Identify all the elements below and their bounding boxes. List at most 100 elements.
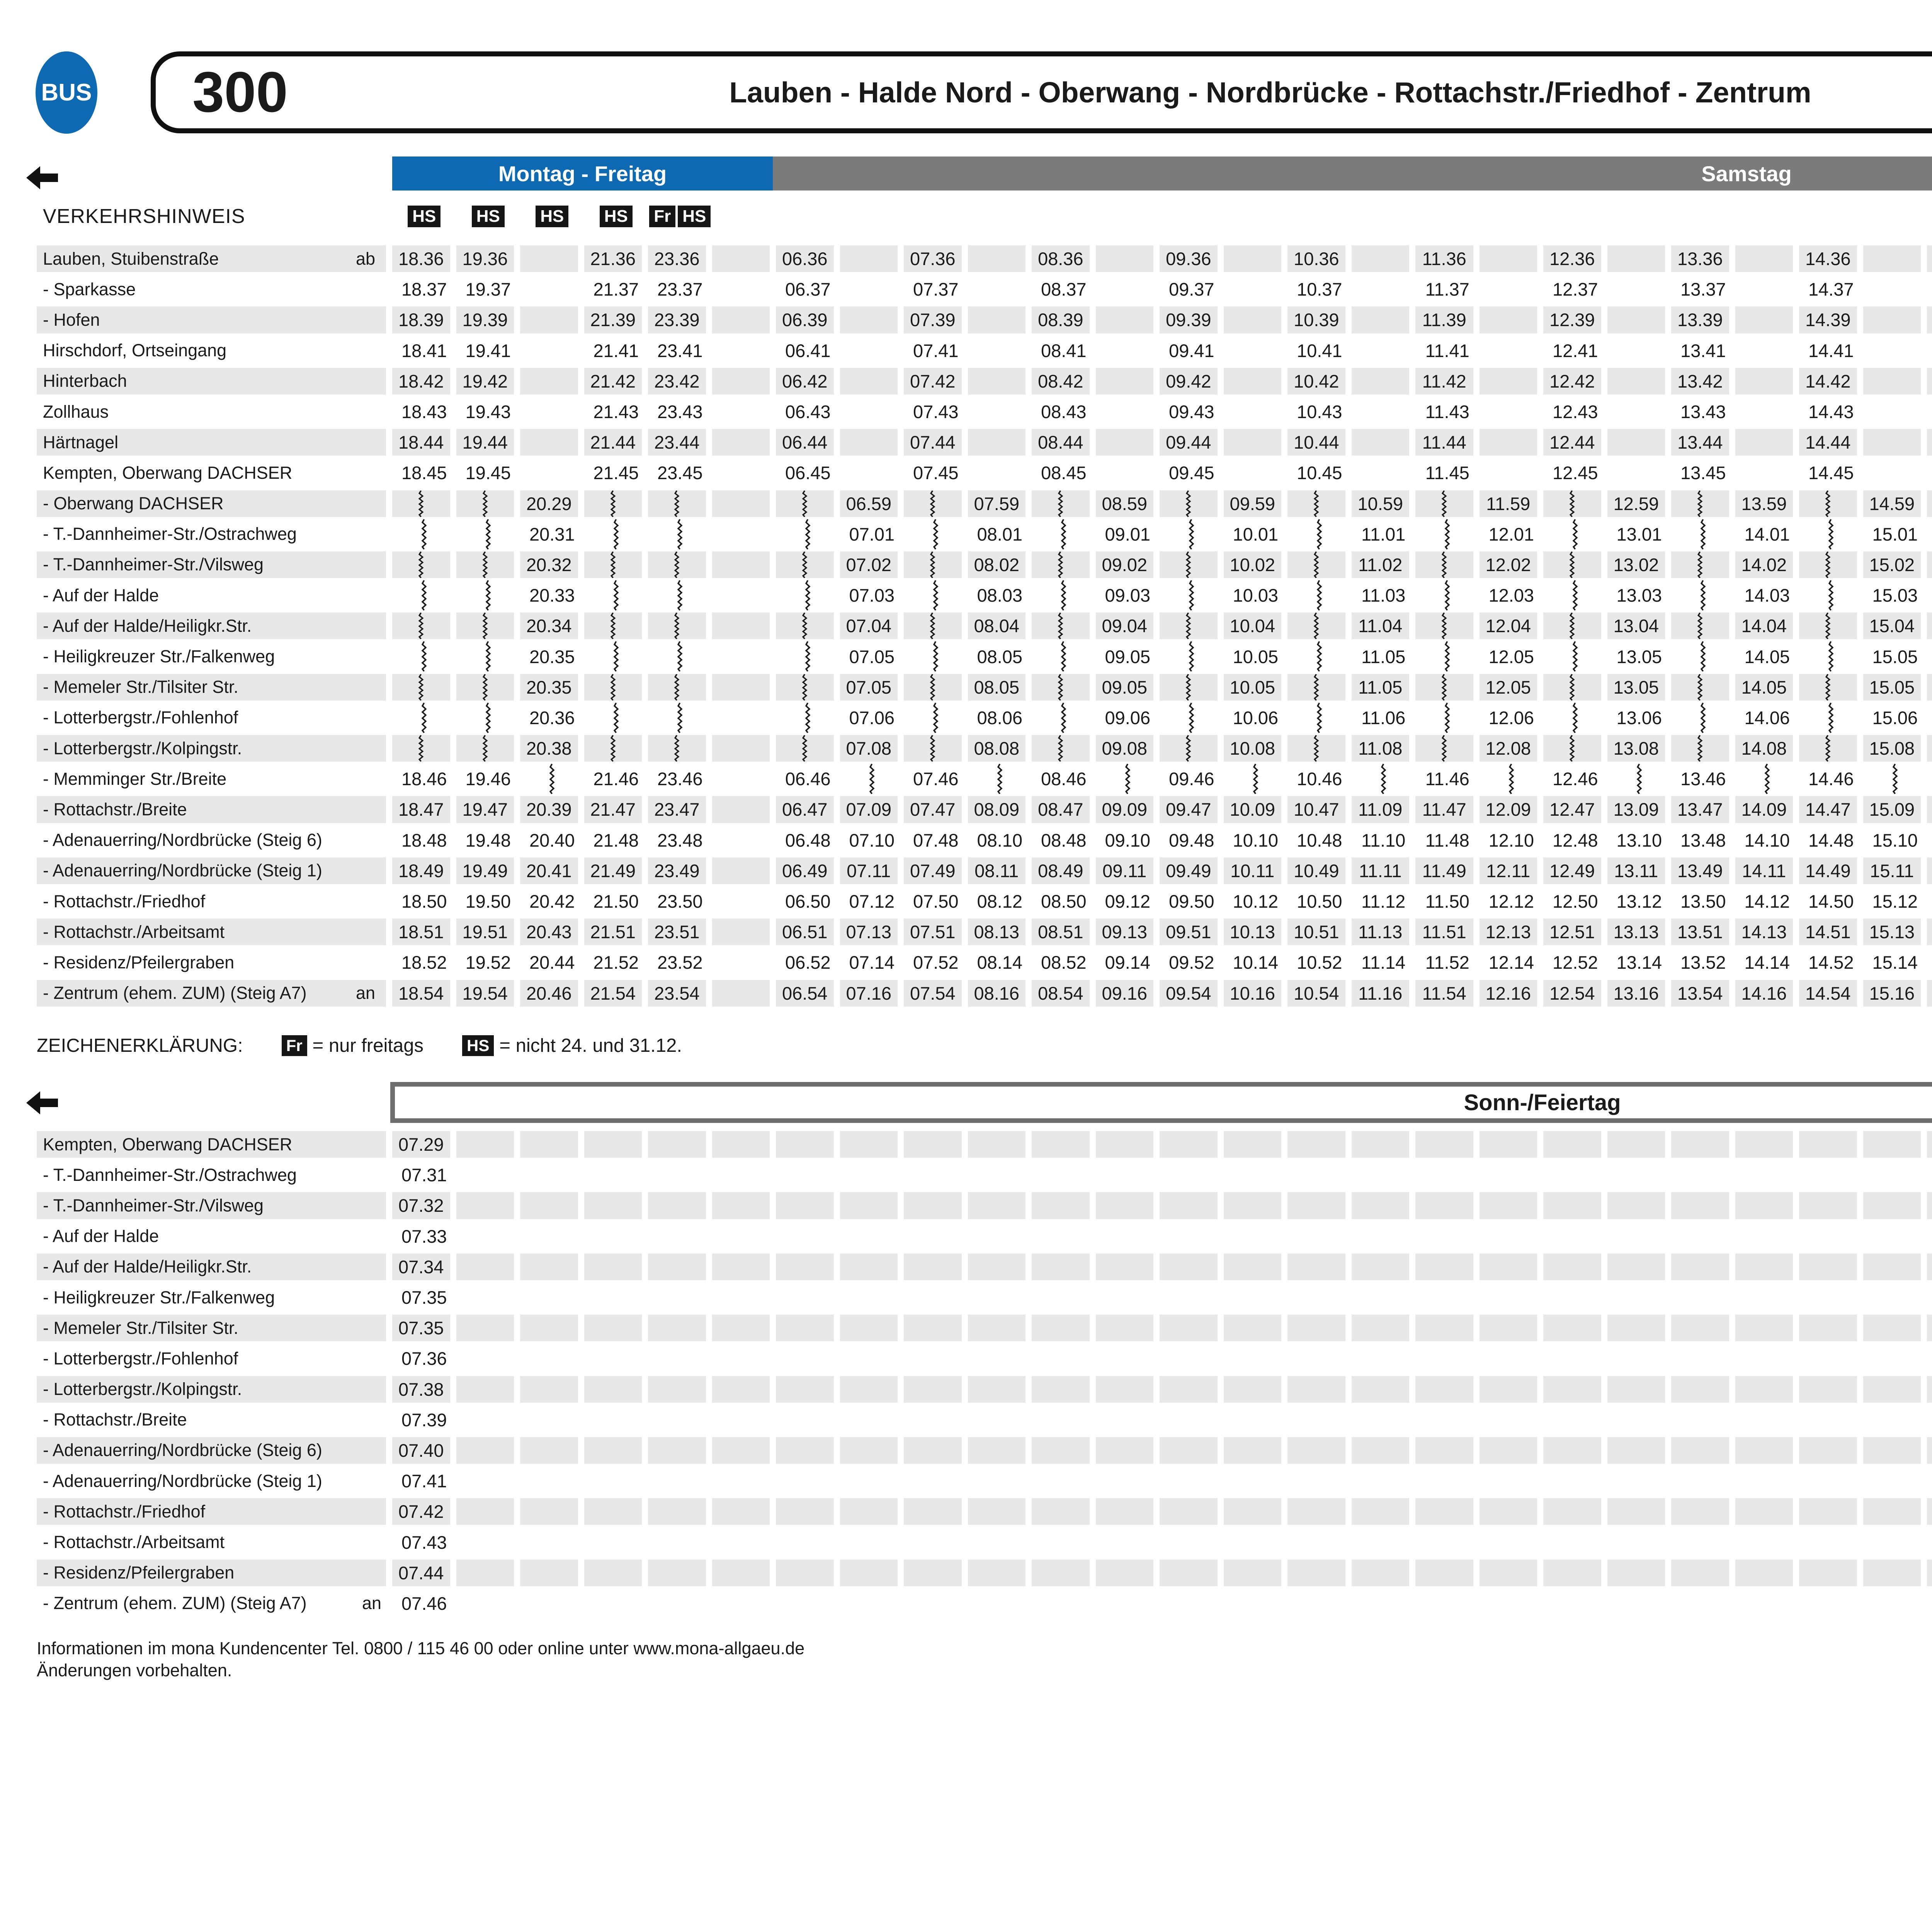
time-cell: 09.02 (1096, 549, 1160, 580)
time-cell: 08.11 (968, 856, 1032, 886)
empty-cell (1032, 1160, 1096, 1190)
empty-cell (456, 1558, 520, 1588)
footer-info: Informationen im mona Kundencenter Tel. … (37, 1638, 804, 1659)
empty-cell (712, 825, 776, 856)
empty-cell (1671, 1129, 1735, 1160)
empty-cell (1863, 1129, 1927, 1160)
time-cell: 07.04 (840, 611, 904, 641)
time-cell: 19.49 (456, 856, 520, 886)
skip-wavy-icon (1316, 580, 1322, 611)
time-cell: 10.09 (1224, 794, 1288, 825)
empty-cell (1352, 396, 1416, 427)
empty-cell (1096, 1374, 1160, 1405)
time-cell: 07.52 (904, 947, 968, 978)
empty-cell (1287, 1374, 1352, 1405)
empty-cell (1032, 1343, 1096, 1374)
skip-cell (648, 580, 712, 611)
skip-wavy-icon (1697, 674, 1703, 701)
time-cell: 08.05 (968, 641, 1032, 672)
empty-cell (1927, 1435, 1932, 1466)
empty-cell (840, 427, 904, 458)
empty-cell (648, 1343, 712, 1374)
time-cell: 13.09 (1607, 794, 1672, 825)
empty-cell (1543, 1252, 1607, 1282)
empty-cell (1671, 1282, 1735, 1313)
empty-cell (1032, 1374, 1096, 1405)
time-cell: 18.39 (392, 304, 456, 335)
stop-name-cell: - Adenauerring/Nordbrücke (Steig 6) (37, 1435, 392, 1466)
time-cell: 07.46 (392, 1588, 456, 1619)
time-cell: 08.59 (1096, 488, 1160, 519)
time-cell: 13.47 (1671, 794, 1735, 825)
empty-cell (1799, 1129, 1863, 1160)
time-cell: 13.59 (1735, 488, 1799, 519)
empty-cell (1671, 1588, 1735, 1619)
time-cell: 08.43 (1032, 396, 1096, 427)
time-cell: 08.02 (968, 549, 1032, 580)
time-cell: 07.42 (904, 366, 968, 396)
skip-wavy-icon (1316, 519, 1322, 549)
time-cell: 20.35 (520, 672, 584, 703)
skip-wavy-icon (674, 551, 680, 578)
time-cell: 19.54 (456, 978, 520, 1009)
skip-wavy-icon (613, 641, 619, 672)
empty-cell (1096, 1496, 1160, 1527)
empty-cell (1096, 1313, 1160, 1343)
empty-cell (1224, 304, 1288, 335)
empty-cell (1799, 1527, 1863, 1557)
empty-cell (648, 1313, 712, 1343)
skip-wavy-icon (930, 735, 935, 762)
time-cell: 09.05 (1096, 672, 1160, 703)
time-cell: 13.13 (1607, 917, 1672, 947)
time-cell: 06.45 (776, 458, 840, 488)
skip-wavy-icon (1825, 551, 1831, 578)
empty-cell (712, 396, 776, 427)
skip-wavy-icon (674, 490, 680, 517)
time-cell: 12.49 (1543, 856, 1607, 886)
skip-cell (1543, 580, 1607, 611)
skip-wavy-icon (1569, 674, 1575, 701)
empty-cell (1287, 1129, 1352, 1160)
time-cell: 07.36 (392, 1343, 456, 1374)
time-cell: 20.41 (520, 856, 584, 886)
skip-wavy-icon (1061, 519, 1066, 549)
time-cell: 11.50 (1415, 886, 1480, 917)
skip-wavy-icon (613, 519, 619, 549)
empty-cell (1671, 1221, 1735, 1252)
empty-cell (904, 1343, 968, 1374)
stop-name: - Adenauerring/Nordbrücke (Steig 1) (43, 1471, 322, 1491)
empty-cell (1735, 1221, 1799, 1252)
empty-cell (1224, 1435, 1288, 1466)
empty-cell (1927, 1129, 1932, 1160)
skip-cell (1287, 733, 1352, 764)
time-cell: 07.48 (904, 825, 968, 856)
skip-wavy-icon (930, 490, 935, 517)
time-cell: 08.45 (1032, 458, 1096, 488)
empty-cell (712, 549, 776, 580)
time-cell: 08.44 (1032, 427, 1096, 458)
time-cell: 07.09 (840, 794, 904, 825)
time-cell: 18.52 (392, 947, 456, 978)
time-cell: 18.51 (392, 917, 456, 947)
legend-item-fr: Fr= nur freitags (278, 1035, 423, 1056)
skip-wavy-icon (1825, 735, 1831, 762)
time-cell: 06.50 (776, 886, 840, 917)
time-cell: 12.46 (1543, 764, 1607, 794)
skip-wavy-icon (485, 519, 491, 549)
empty-cell (1863, 1588, 1927, 1619)
skip-wavy-icon (930, 674, 935, 701)
skip-cell (392, 549, 456, 580)
empty-cell (520, 1527, 584, 1557)
time-cell: 09.46 (1160, 764, 1224, 794)
time-cell: 10.12 (1224, 886, 1288, 917)
skip-wavy-icon (1313, 612, 1319, 639)
empty-cell (1096, 1129, 1160, 1160)
empty-cell (1415, 1282, 1480, 1313)
stop-name: - Zentrum (ehem. ZUM) (Steig A7) (43, 983, 307, 1003)
empty-cell (1415, 1435, 1480, 1466)
time-cell: 08.13 (968, 917, 1032, 947)
time-cell: 09.03 (1096, 580, 1160, 611)
time-cell: 12.05 (1480, 641, 1544, 672)
time-cell: 12.09 (1480, 794, 1544, 825)
empty-cell (1415, 1496, 1480, 1527)
